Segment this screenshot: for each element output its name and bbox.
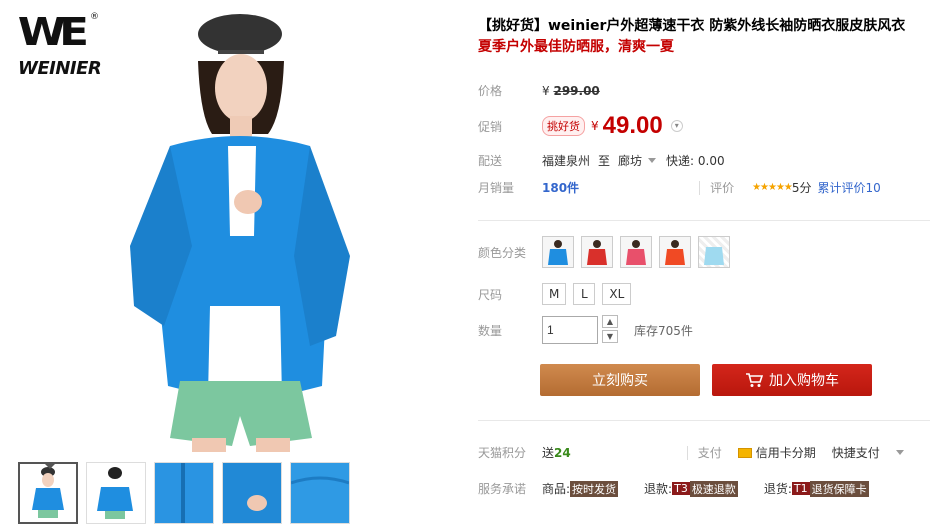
color-swatch-pink[interactable] [620,236,652,268]
delivery-row: 配送 福建泉州 至 廊坊 快递: 0.00 [478,152,725,169]
sales-count: 180件 [542,181,580,195]
points-label: 天猫积分 [478,446,527,460]
delivery-label: 配送 [478,154,503,168]
quantity-input[interactable]: 1 [542,316,598,344]
size-option-m[interactable]: M [542,283,567,305]
service-badge-return[interactable]: 退货保障卡 [809,480,869,497]
star-rating-icon: ★★★★★ [752,182,793,193]
installment-option[interactable]: 信用卡分期 [756,444,816,461]
quantity-row: 数量 1 ▲ ▼ 库存705件 [478,315,693,345]
size-option-l[interactable]: L [573,283,596,305]
color-row: 颜色分类 [478,236,737,268]
size-row: 尺码 M L XL [478,283,638,305]
color-swatch-red[interactable] [581,236,613,268]
price-row: 价格 ¥ 299.00 [478,82,600,99]
size-label: 尺码 [478,287,503,302]
divider [699,180,701,195]
logo-text: WEINIER [18,58,102,79]
increment-icon[interactable]: ▲ [602,315,618,328]
original-price: ¥ 299.00 [542,83,600,98]
color-swatch-light-blue[interactable] [698,236,730,268]
logo-mark: WE [17,10,89,54]
review-label: 评价 [710,181,735,195]
model-illustration [130,14,350,452]
product-gallery: WE ® WEINIER [10,6,458,526]
color-swatch-blue[interactable] [542,236,574,268]
service-code-t1: T1 [791,482,810,495]
divider [686,445,688,460]
cart-icon [746,373,763,387]
delivery-destination[interactable]: 廊坊 [618,152,642,169]
service-2-prefix: 退款: [644,482,673,496]
delivery-from: 福建泉州 [542,154,591,168]
promo-currency: ¥ [591,119,599,133]
thumbnail-strip [18,462,350,526]
rating-score: 5分 [791,181,812,195]
size-option-xl[interactable]: XL [602,283,632,305]
product-title: 【挑好货】weinier户外超薄速干衣 防紫外线长袖防晒衣服皮肤风衣 [478,18,906,34]
stock-count: 库存705件 [634,323,693,338]
product-subtitle: 夏季户外最佳防晒服，清爽一夏 [478,39,674,55]
decrement-icon[interactable]: ▼ [602,330,618,343]
thumbnail-1[interactable] [18,462,78,524]
thumbnail-5[interactable] [290,462,350,524]
points-value: 24 [554,445,571,460]
buy-now-button[interactable]: 立刻购买 [540,364,700,396]
section-divider-2 [478,420,930,421]
add-to-cart-button[interactable]: 加入购物车 [712,364,872,396]
sales-label: 月销量 [478,181,515,195]
promo-row: 促销 挑好货 ¥ 49.00 ▾ [478,112,683,140]
thumbnail-2[interactable] [86,462,146,524]
color-label: 颜色分类 [478,245,527,260]
brand-logo: WE ® WEINIER [17,10,102,84]
price-label: 价格 [478,84,503,98]
service-1-prefix: 商品: [542,482,571,496]
add-to-cart-label: 加入购物车 [769,373,839,389]
promo-label: 促销 [478,119,503,134]
promo-price: 49.00 [602,112,663,139]
caret-down-icon[interactable] [895,450,904,455]
color-swatch-orange[interactable] [659,236,691,268]
quantity-label: 数量 [478,323,503,338]
thumbnail-4[interactable] [222,462,282,524]
total-reviews-link[interactable]: 累计评价10 [818,179,881,196]
main-product-image[interactable]: WE ® WEINIER [10,6,458,452]
chevron-down-icon[interactable]: ▾ [670,120,683,132]
section-divider [478,220,930,221]
service-row: 服务承诺 商品: 按时发货 退款: T3 极速退款 退货: T1 退货保障卡 [478,480,869,497]
promo-tag: 挑好货 [542,116,585,136]
points-row: 天猫积分 送 24 支付 信用卡分期 快捷支付 [478,444,914,461]
pay-label: 支付 [697,446,722,460]
thumbnail-3[interactable] [154,462,214,524]
product-info: 【挑好货】weinier户外超薄速干衣 防紫外线长袖防晒衣服皮肤风衣 夏季户外最… [478,16,918,58]
service-3-prefix: 退货: [763,482,792,496]
service-badge-ontime[interactable]: 按时发货 [570,480,619,497]
service-badge-refund[interactable]: 极速退款 [689,480,738,497]
service-label: 服务承诺 [478,482,527,496]
points-prefix: 送 [542,446,555,460]
quick-pay-option[interactable]: 快捷支付 [832,444,880,461]
service-code-t3: T3 [672,482,690,495]
credit-card-icon [737,447,752,458]
delivery-to-word: 至 [598,154,611,168]
caret-down-icon[interactable] [648,158,657,163]
registered-mark: ® [90,12,99,22]
shipping-fee: 快递: 0.00 [666,154,725,168]
sales-row: 月销量 180件 评价 ★★★★★ 5分 累计评价10 [478,179,881,196]
quantity-stepper: ▲ ▼ [602,315,618,345]
